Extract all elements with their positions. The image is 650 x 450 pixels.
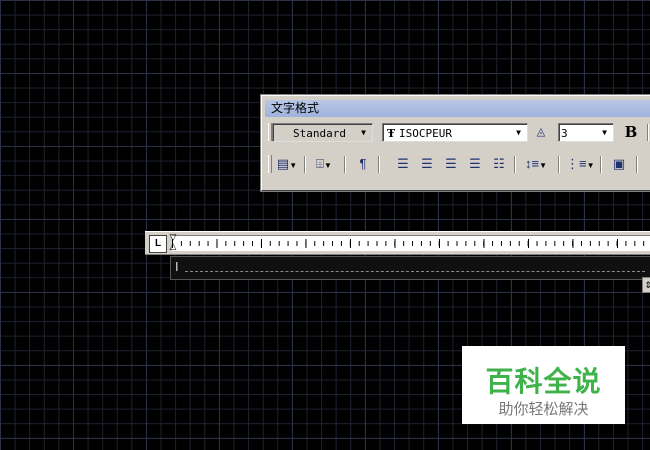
toolbar-separator [600, 156, 602, 173]
text-style-value: Standard [293, 127, 346, 140]
ruler-scale[interactable] [172, 235, 650, 251]
toolbar-separator [636, 156, 638, 173]
watermark-logo: 百科全说 助你轻松解决 [462, 346, 625, 424]
editor-baseline [185, 271, 645, 272]
align-right-icon[interactable]: ☰ [440, 154, 462, 174]
font-value: ISOCPEUR [399, 127, 452, 140]
mtext-justify-icon[interactable]: ⌹▼ [310, 154, 338, 174]
mtext-editor[interactable]: I [170, 256, 650, 280]
align-center-icon[interactable]: ☰ [416, 154, 438, 174]
columns-icon[interactable]: ▤▼ [274, 154, 300, 174]
annotative-icon[interactable]: ◬ [532, 122, 550, 142]
toolbar-separator [378, 156, 380, 173]
bold-button[interactable]: B [620, 122, 642, 142]
text-cursor-icon: I [175, 259, 179, 274]
watermark-title: 百科全说 [485, 365, 602, 398]
mtext-ruler[interactable]: L ▽ △ [145, 231, 650, 255]
toolbar-separator [558, 156, 560, 173]
justify-icon[interactable]: ☰ [464, 154, 486, 174]
watermark-subtitle: 助你轻松解决 [498, 400, 589, 418]
line-spacing-icon[interactable]: ↕≡▼ [522, 154, 550, 174]
align-left-icon[interactable]: ☰ [392, 154, 414, 174]
insert-field-icon[interactable]: ▣ [608, 154, 630, 174]
text-height-dropdown[interactable]: 3 ▼ [558, 123, 614, 142]
toolbar-title[interactable]: 文字格式 [265, 100, 650, 117]
tab-type-selector[interactable]: L [149, 235, 167, 253]
font-dropdown[interactable]: Ŧ ISOCPEUR ▼ [382, 123, 528, 142]
chevron-down-icon: ▼ [361, 128, 366, 137]
numbering-icon[interactable]: ⋮≡▼ [566, 154, 595, 174]
editor-resize-handle-icon[interactable]: ⇕ [642, 277, 650, 293]
toolbar-row-2: ▤▼ ⌹▼ ¶ ☰ ☰ ☰ ☰ ☷ ↕≡▼ ⋮≡▼ ▣ [268, 154, 650, 176]
toolbar-separator [647, 124, 649, 141]
chevron-down-icon: ▼ [516, 128, 521, 137]
paragraph-icon[interactable]: ¶ [352, 154, 374, 174]
chevron-down-icon: ▼ [602, 128, 607, 137]
toolbar-separator [304, 156, 306, 173]
distribute-icon[interactable]: ☷ [488, 154, 510, 174]
toolbar-separator [514, 156, 516, 173]
text-formatting-toolbar[interactable]: 文字格式 Standard ▼ Ŧ ISOCPEUR ▼ ◬ 3 ▼ B ▤▼ … [261, 95, 650, 191]
indent-marker-icon[interactable]: ▽ △ [169, 233, 177, 251]
toolbar-grip[interactable] [268, 155, 272, 173]
text-style-dropdown[interactable]: Standard ▼ [272, 123, 373, 142]
truetype-icon: Ŧ [387, 127, 396, 140]
text-height-value: 3 [561, 127, 568, 140]
toolbar-separator [344, 156, 346, 173]
toolbar-row-1: Standard ▼ Ŧ ISOCPEUR ▼ ◬ 3 ▼ B [268, 122, 650, 144]
